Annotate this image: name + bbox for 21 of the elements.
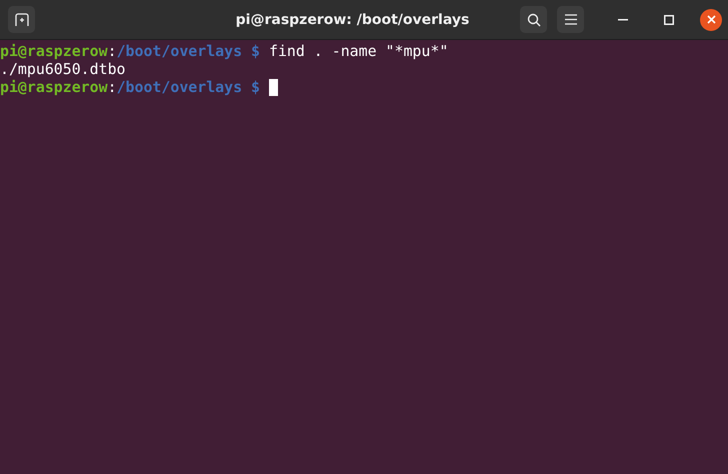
close-button[interactable] [700,8,722,30]
command-text: find . -name "*mpu*" [268,42,448,60]
prompt-user-host: pi@raspzerow [0,42,108,60]
menu-icon [564,14,576,25]
menu-button[interactable] [557,6,584,33]
maximize-icon [664,14,674,24]
search-button[interactable] [520,6,547,33]
prompt-path: /boot/overlays [116,42,242,60]
new-tab-icon [14,12,28,26]
window-title: pi@raspzerow: /boot/overlays [234,12,470,28]
prompt-symbol: $ [251,42,260,60]
search-icon [526,12,540,26]
prompt-separator: : [108,78,117,96]
prompt-separator: : [108,42,117,60]
prompt-user-host: pi@raspzerow [0,78,108,96]
minimize-icon [618,18,628,20]
prompt-symbol: $ [251,78,260,96]
output-text: ./mpu6050.dtbo [0,60,126,78]
prompt-path: /boot/overlays [116,78,242,96]
new-tab-button[interactable] [8,6,35,33]
close-icon [706,15,716,24]
